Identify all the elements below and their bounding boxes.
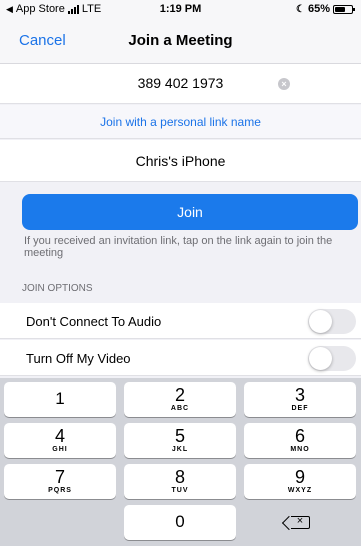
key-digit: 4: [54, 426, 65, 446]
option-label: Don't Connect To Audio: [26, 314, 162, 329]
option-label: Turn Off My Video: [26, 351, 131, 366]
key-letters: JKL: [171, 446, 189, 453]
delete-key[interactable]: ×: [244, 505, 356, 540]
key-digit: 1: [55, 389, 65, 408]
key-letters: DEF: [291, 405, 309, 412]
backspace-icon: ×: [290, 515, 310, 529]
meeting-id-input[interactable]: 389 402 1973: [0, 75, 361, 91]
toggle-knob: [309, 310, 332, 333]
key-7[interactable]: 7 PQRS: [4, 464, 116, 499]
key-digit: 0: [175, 512, 185, 531]
battery-fill: [335, 6, 345, 12]
key-digit: 5: [174, 426, 185, 446]
moon-icon: ☾: [296, 3, 305, 15]
key-4[interactable]: 4 GHI: [4, 423, 116, 458]
nav-bar: Cancel Join a Meeting: [0, 18, 361, 64]
key-letters: TUV: [171, 487, 189, 494]
video-toggle[interactable]: [308, 346, 356, 371]
key-0[interactable]: 0: [124, 505, 236, 540]
key-8[interactable]: 8 TUV: [124, 464, 236, 499]
key-digit: 8: [174, 467, 185, 487]
join-button[interactable]: Join: [22, 194, 358, 230]
key-digit: 7: [54, 467, 65, 487]
toggle-knob: [309, 347, 332, 370]
audio-toggle[interactable]: [308, 309, 356, 334]
battery-percent: 65%: [307, 3, 330, 15]
key-1[interactable]: 1: [4, 382, 116, 417]
personal-link-button[interactable]: Join with a personal link name: [0, 105, 361, 139]
key-letters: WXYZ: [287, 487, 313, 494]
key-letters: PQRS: [48, 487, 72, 494]
key-digit: 9: [294, 467, 305, 487]
join-meeting-screen: ◀ App Store LTE 1:19 PM ☾ 65% Cancel Joi…: [0, 0, 361, 546]
display-name-input[interactable]: Chris's iPhone: [0, 140, 361, 182]
page-title: Join a Meeting: [128, 32, 233, 49]
key-digit: 2: [174, 385, 185, 405]
key-digit: 3: [294, 385, 305, 405]
key-3[interactable]: 3 DEF: [244, 382, 356, 417]
clear-icon[interactable]: ×: [278, 78, 290, 90]
key-digit: 6: [294, 426, 305, 446]
key-letters: ABC: [170, 405, 190, 412]
join-options-header: JOIN OPTIONS: [22, 283, 93, 294]
meeting-id-field[interactable]: 389 402 1973 ×: [0, 64, 361, 104]
option-row-video: Turn Off My Video: [0, 340, 361, 376]
option-row-audio: Don't Connect To Audio: [0, 303, 361, 339]
join-hint: If you received an invitation link, tap …: [24, 235, 333, 259]
key-letters: MNO: [290, 446, 310, 453]
status-right: ☾ 65%: [296, 3, 355, 15]
key-6[interactable]: 6 MNO: [244, 423, 356, 458]
key-letters: GHI: [52, 446, 68, 453]
key-2[interactable]: 2 ABC: [124, 382, 236, 417]
numeric-keypad: 1 2 ABC 3 DEF 4 GHI 5 JKL 6 MNO 7 PQRS 8…: [0, 378, 361, 546]
key-9[interactable]: 9 WXYZ: [244, 464, 356, 499]
status-bar: ◀ App Store LTE 1:19 PM ☾ 65%: [0, 0, 361, 18]
backspace-x: ×: [296, 515, 304, 527]
key-5[interactable]: 5 JKL: [124, 423, 236, 458]
battery-icon: [333, 4, 355, 14]
